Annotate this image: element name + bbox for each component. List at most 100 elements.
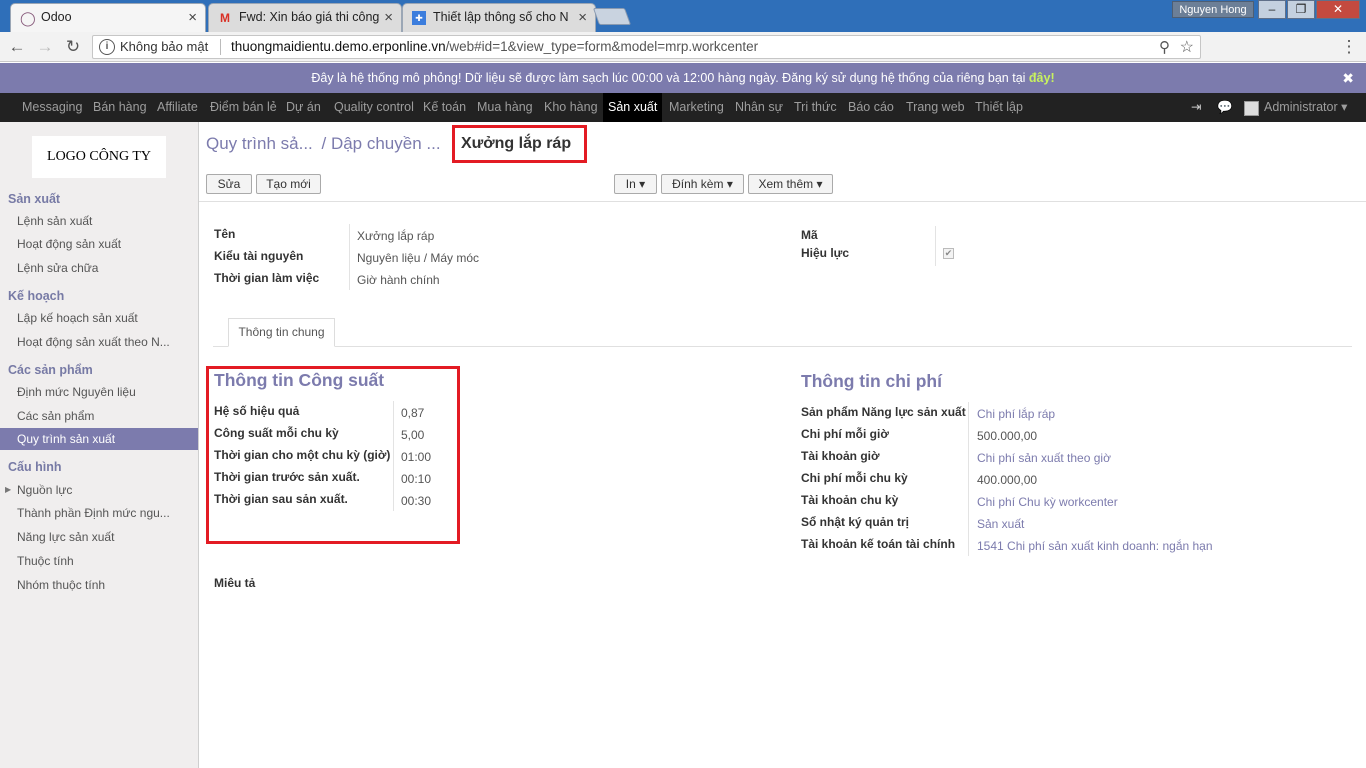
menu-trang-web[interactable]: Trang web [906, 93, 965, 122]
menu-tri-thuc[interactable]: Tri thức [794, 93, 837, 122]
maximize-icon[interactable]: ❐ [1287, 0, 1315, 19]
button-label: In [625, 177, 636, 191]
caret-down-icon: ▾ [639, 177, 646, 191]
chat-icon[interactable]: 💬 [1217, 93, 1233, 122]
sidebar-item-thanh-phan[interactable]: Thành phần Định mức ngu... [0, 502, 198, 524]
url-bar[interactable]: i Không bảo mật thuongmaidientu.demo.erp… [92, 35, 1201, 59]
sidebar-item-hoat-dong-san-xuat[interactable]: Hoạt động sản xuất [0, 233, 198, 255]
sidebar-section-cau-hinh: Cấu hình [8, 460, 62, 474]
tab-thong-tin-chung[interactable]: Thông tin chung [228, 318, 335, 347]
print-button[interactable]: In ▾ [614, 174, 657, 194]
field-label-tai-khoan-ke-toan: Tài khoản kế toán tài chính [801, 537, 956, 551]
bookmark-star-icon[interactable]: ☆ [1180, 37, 1194, 57]
field-value-san-pham-nang-luc[interactable]: Chi phí lắp ráp [977, 407, 1055, 421]
reload-icon[interactable]: ↻ [62, 36, 84, 58]
menu-ke-toan[interactable]: Kế toán [423, 93, 466, 122]
close-icon[interactable]: × [384, 4, 393, 31]
sign-in-icon[interactable]: ⇥ [1191, 93, 1201, 122]
tab-title: Odoo [41, 10, 72, 24]
field-value-thoi-gian-lam-viec: Giờ hành chính [357, 273, 440, 287]
active-checkbox[interactable]: ✔ [943, 248, 954, 259]
sidebar-item-lenh-sua-chua[interactable]: Lệnh sửa chữa [0, 257, 198, 279]
browser-tab-puzzle[interactable]: ✚ Thiết lập thông số cho N × [402, 3, 596, 32]
menu-du-an[interactable]: Dự án [286, 93, 321, 122]
sidebar-item-lap-ke-hoach[interactable]: Lập kế hoạch sản xuất [0, 307, 198, 329]
field-value-so-nhat-ky[interactable]: Sản xuất [977, 517, 1024, 531]
more-button[interactable]: Xem thêm ▾ [748, 174, 833, 194]
annotation-highlight-box [206, 366, 460, 544]
close-icon[interactable]: × [188, 4, 197, 31]
browser-tab-gmail[interactable]: M Fwd: Xin báo giá thi công × [208, 3, 402, 32]
sidebar-item-dinh-muc[interactable]: Định mức Nguyên liệu [0, 381, 198, 403]
divider [935, 226, 936, 266]
menu-kho-hang[interactable]: Kho hàng [544, 93, 598, 122]
section-title-cost: Thông tin chi phí [801, 371, 942, 391]
menu-quality-control[interactable]: Quality control [334, 93, 414, 122]
description-label: Miêu tả [214, 576, 256, 590]
button-label: Xem thêm [758, 177, 814, 191]
sidebar-item-nguon-luc[interactable]: ▶ Nguồn lực [0, 479, 198, 501]
minimize-icon[interactable]: – [1258, 0, 1286, 19]
avatar[interactable] [1244, 101, 1259, 116]
menu-bao-cao[interactable]: Báo cáo [848, 93, 894, 122]
menu-messaging[interactable]: Messaging [22, 93, 82, 122]
tab-title: Fwd: Xin báo giá thi công [239, 10, 380, 24]
divider [220, 39, 221, 55]
sidebar-item-hoat-dong-theo[interactable]: Hoạt động sản xuất theo N... [0, 331, 198, 353]
caret-down-icon: ▾ [816, 177, 823, 191]
caret-down-icon: ▾ [1341, 100, 1348, 114]
field-value-chi-phi-moi-chu-ky: 400.000,00 [977, 473, 1038, 487]
close-icon[interactable]: × [578, 4, 587, 31]
edit-button[interactable]: Sửa [206, 174, 252, 194]
sidebar-item-nang-luc[interactable]: Năng lực sản xuất [0, 526, 198, 548]
menu-mua-hang[interactable]: Mua hàng [477, 93, 533, 122]
sidebar-item-thuoc-tinh[interactable]: Thuộc tính [0, 550, 198, 572]
caret-down-icon: ▾ [726, 177, 733, 191]
company-logo[interactable]: LOGO CÔNG TY [32, 136, 166, 178]
sidebar-item-quy-trinh[interactable]: Quy trình sản xuất [0, 428, 198, 450]
browser-tab-odoo[interactable]: ◯ Odoo × [10, 3, 206, 32]
field-value-tai-khoan-gio[interactable]: Chi phí sản xuất theo giờ [977, 451, 1111, 465]
menu-kebab-icon[interactable]: ⋮ [1338, 36, 1360, 58]
menu-affiliate[interactable]: Affiliate [157, 93, 198, 122]
banner-link[interactable]: đây! [1029, 71, 1055, 85]
sidebar-item-nhom-thuoc-tinh[interactable]: Nhóm thuộc tính [0, 574, 198, 596]
caret-right-icon[interactable]: ▶ [5, 479, 11, 501]
breadcrumb-quy-trinh[interactable]: Quy trình sả... [206, 134, 313, 153]
close-window-icon[interactable]: ✕ [1316, 0, 1360, 19]
new-tab-button[interactable] [592, 8, 632, 25]
field-value-tai-khoan-chu-ky[interactable]: Chi phí Chu kỳ workcenter [977, 495, 1118, 509]
user-menu[interactable]: Administrator ▾ [1264, 93, 1347, 122]
divider [349, 224, 350, 290]
sidebar-item-label: Nguồn lực [17, 483, 73, 497]
sidebar-section-ke-hoach: Kế hoạch [8, 289, 65, 303]
sidebar-item-lenh-san-xuat[interactable]: Lệnh sản xuất [0, 210, 198, 232]
url-text[interactable]: thuongmaidientu.demo.erponline.vn/web#id… [231, 39, 758, 54]
puzzle-icon: ✚ [412, 11, 426, 25]
sidebar-section-san-xuat: Sản xuất [8, 192, 61, 206]
create-button[interactable]: Tạo mới [256, 174, 321, 194]
profile-badge[interactable]: Nguyen Hong [1172, 1, 1254, 18]
info-icon[interactable]: i [99, 39, 115, 55]
main-menu: Messaging Bán hàng Affiliate Điểm bán lẻ… [0, 93, 1366, 122]
field-value-tai-khoan-ke-toan[interactable]: 1541 Chi phí sản xuất kinh doanh: ngắn h… [977, 539, 1213, 553]
sidebar-item-cac-san-pham[interactable]: Các sản phẩm [0, 405, 198, 427]
breadcrumb-dap-chuyen[interactable]: / Dập chuyền ... [322, 134, 441, 153]
breadcrumb: Quy trình sả... / Dập chuyền ... [206, 132, 441, 160]
forward-arrow-icon[interactable]: → [34, 36, 56, 58]
odoo-icon: ◯ [20, 10, 36, 26]
menu-marketing[interactable]: Marketing [669, 93, 724, 122]
breadcrumb-current: Xưởng lắp ráp [452, 125, 587, 163]
menu-ban-hang[interactable]: Bán hàng [93, 93, 147, 122]
menu-san-xuat[interactable]: Sản xuất [603, 93, 663, 122]
attach-button[interactable]: Đính kèm ▾ [661, 174, 744, 194]
menu-thiet-lap[interactable]: Thiết lập [975, 93, 1023, 122]
field-label-kieu-tai-nguyen: Kiểu tài nguyên [214, 249, 304, 263]
menu-diem-ban-le[interactable]: Điểm bán lẻ [210, 93, 277, 122]
field-value-chi-phi-moi-gio: 500.000,00 [977, 429, 1038, 443]
zoom-icon[interactable]: ⚲ [1159, 38, 1170, 56]
menu-nhan-su[interactable]: Nhân sự [735, 93, 783, 122]
back-arrow-icon[interactable]: ← [6, 36, 28, 58]
divider [968, 402, 969, 556]
close-icon[interactable]: ✖ [1342, 63, 1354, 93]
